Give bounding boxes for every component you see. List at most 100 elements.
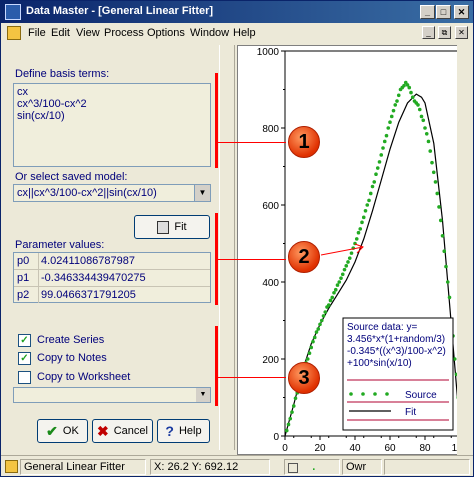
source-point bbox=[344, 264, 349, 268]
source-point bbox=[307, 351, 312, 356]
cancel-button[interactable]: ✖ Cancel bbox=[92, 419, 153, 443]
source-point bbox=[288, 416, 293, 421]
parameter-grid[interactable]: p0 4.02411086787987 p1 -0.34633443947027… bbox=[13, 252, 211, 303]
legend-text-line: Source data: y= bbox=[347, 322, 417, 333]
y-tick-label: 200 bbox=[262, 355, 279, 366]
source-point bbox=[333, 287, 338, 292]
menu-process[interactable]: Process bbox=[104, 27, 144, 39]
minimize-button[interactable]: _ bbox=[420, 5, 435, 19]
param-value: 4.02411086787987 bbox=[41, 255, 136, 267]
source-point bbox=[323, 310, 328, 314]
status-coords: X: 26.2 Y: 692.12 bbox=[150, 459, 270, 475]
source-point bbox=[363, 208, 368, 213]
param-name: p0 bbox=[14, 253, 39, 269]
source-point bbox=[440, 234, 445, 238]
y-tick-label: 400 bbox=[262, 278, 279, 289]
source-point bbox=[375, 166, 380, 170]
x-tick-label: 0 bbox=[282, 443, 288, 454]
source-point bbox=[386, 126, 391, 130]
ok-button[interactable]: ✔ OK bbox=[37, 419, 88, 443]
source-point bbox=[365, 203, 370, 207]
mdi-restore-button[interactable]: ⧉ bbox=[438, 26, 451, 39]
parameter-values-label: Parameter values: bbox=[15, 239, 105, 251]
callout-3: 3 bbox=[288, 362, 320, 394]
right-edge bbox=[457, 45, 471, 455]
chevron-down-icon[interactable]: ▼ bbox=[196, 388, 210, 402]
title-bar[interactable]: Data Master - [General Linear Fitter] _ … bbox=[1, 1, 473, 23]
cancel-icon: ✖ bbox=[97, 422, 109, 439]
source-point bbox=[318, 322, 322, 327]
status-mode: Owr bbox=[342, 459, 382, 475]
source-point bbox=[340, 272, 345, 277]
y-tick-label: 800 bbox=[262, 124, 279, 135]
x-tick-label: 80 bbox=[419, 443, 431, 454]
source-point bbox=[312, 335, 317, 340]
check-icon: ✔ bbox=[46, 422, 58, 439]
source-point bbox=[402, 83, 406, 88]
menu-file[interactable]: File bbox=[28, 27, 46, 39]
copy-notes-label: Copy to Notes bbox=[37, 352, 107, 364]
menu-edit[interactable]: Edit bbox=[51, 27, 70, 39]
source-point bbox=[342, 267, 347, 272]
legend-source-label: Source bbox=[405, 390, 437, 401]
status-series-indicator: · bbox=[284, 459, 340, 476]
mdi-close-button[interactable]: ✕ bbox=[455, 26, 468, 39]
fit-button-label: Fit bbox=[174, 221, 187, 233]
mdi-minimize-button[interactable]: _ bbox=[422, 26, 435, 39]
table-row[interactable]: p0 4.02411086787987 bbox=[14, 253, 210, 270]
basis-terms-editor[interactable]: cx cx^3/100-cx^2 sin(cx/10) bbox=[13, 83, 211, 167]
source-point bbox=[426, 139, 431, 144]
source-point bbox=[305, 357, 310, 361]
table-row[interactable]: p2 99.0466371791205 bbox=[14, 287, 210, 304]
help-button[interactable]: ? Help bbox=[157, 419, 210, 443]
source-point bbox=[372, 180, 377, 184]
source-point bbox=[379, 153, 384, 157]
fit-button[interactable]: Fit bbox=[134, 215, 210, 239]
legend-source-marker bbox=[361, 392, 365, 396]
chevron-down-icon[interactable]: ▼ bbox=[194, 185, 210, 201]
help-icon: ? bbox=[165, 423, 174, 439]
series-swatch-icon bbox=[288, 463, 298, 473]
source-point bbox=[431, 170, 436, 175]
source-point bbox=[370, 184, 375, 189]
help-button-label: Help bbox=[178, 425, 202, 437]
worksheet-select[interactable]: ▼ bbox=[13, 387, 211, 403]
saved-model-select[interactable]: cx||cx^3/100-cx^2||sin(cx/10) ▼ bbox=[13, 184, 211, 202]
source-point bbox=[286, 422, 291, 427]
x-tick-label: 40 bbox=[349, 443, 361, 454]
source-point bbox=[356, 230, 361, 235]
callout-line-1 bbox=[218, 142, 286, 143]
copy-worksheet-label: Copy to Worksheet bbox=[37, 371, 131, 383]
maximize-button[interactable]: □ bbox=[436, 5, 451, 19]
source-point bbox=[284, 428, 289, 433]
panel-splitter[interactable] bbox=[219, 45, 235, 450]
source-point bbox=[335, 283, 340, 287]
source-point bbox=[407, 85, 412, 90]
legend-text-line: 3.456*x*(1+random/3) bbox=[347, 334, 445, 345]
menu-options[interactable]: Options bbox=[147, 27, 185, 39]
menu-window[interactable]: Window bbox=[190, 27, 229, 39]
basis-term-line: cx bbox=[17, 86, 28, 98]
source-point bbox=[388, 120, 392, 125]
source-point bbox=[435, 191, 440, 196]
window-title: Data Master - [General Linear Fitter] bbox=[26, 5, 214, 17]
source-point bbox=[374, 172, 378, 176]
create-series-checkbox[interactable]: ✓ bbox=[18, 334, 31, 347]
source-point bbox=[339, 276, 343, 280]
source-point bbox=[377, 160, 382, 164]
status-empty bbox=[384, 459, 470, 475]
copy-notes-checkbox[interactable]: ✓ bbox=[18, 352, 31, 365]
table-row[interactable]: p1 -0.346334439470275 bbox=[14, 270, 210, 287]
copy-worksheet-checkbox[interactable] bbox=[18, 371, 31, 384]
source-point bbox=[442, 249, 447, 253]
source-point bbox=[389, 114, 394, 119]
basis-term-line: sin(cx/10) bbox=[17, 110, 65, 122]
menu-view[interactable]: View bbox=[76, 27, 100, 39]
menu-help[interactable]: Help bbox=[233, 27, 256, 39]
document-icon[interactable] bbox=[7, 26, 21, 40]
ok-button-label: OK bbox=[62, 425, 79, 437]
source-point bbox=[321, 314, 326, 318]
param-value: 99.0466371791205 bbox=[41, 289, 136, 301]
close-button[interactable]: ✕ bbox=[454, 5, 469, 19]
source-point bbox=[381, 146, 385, 150]
